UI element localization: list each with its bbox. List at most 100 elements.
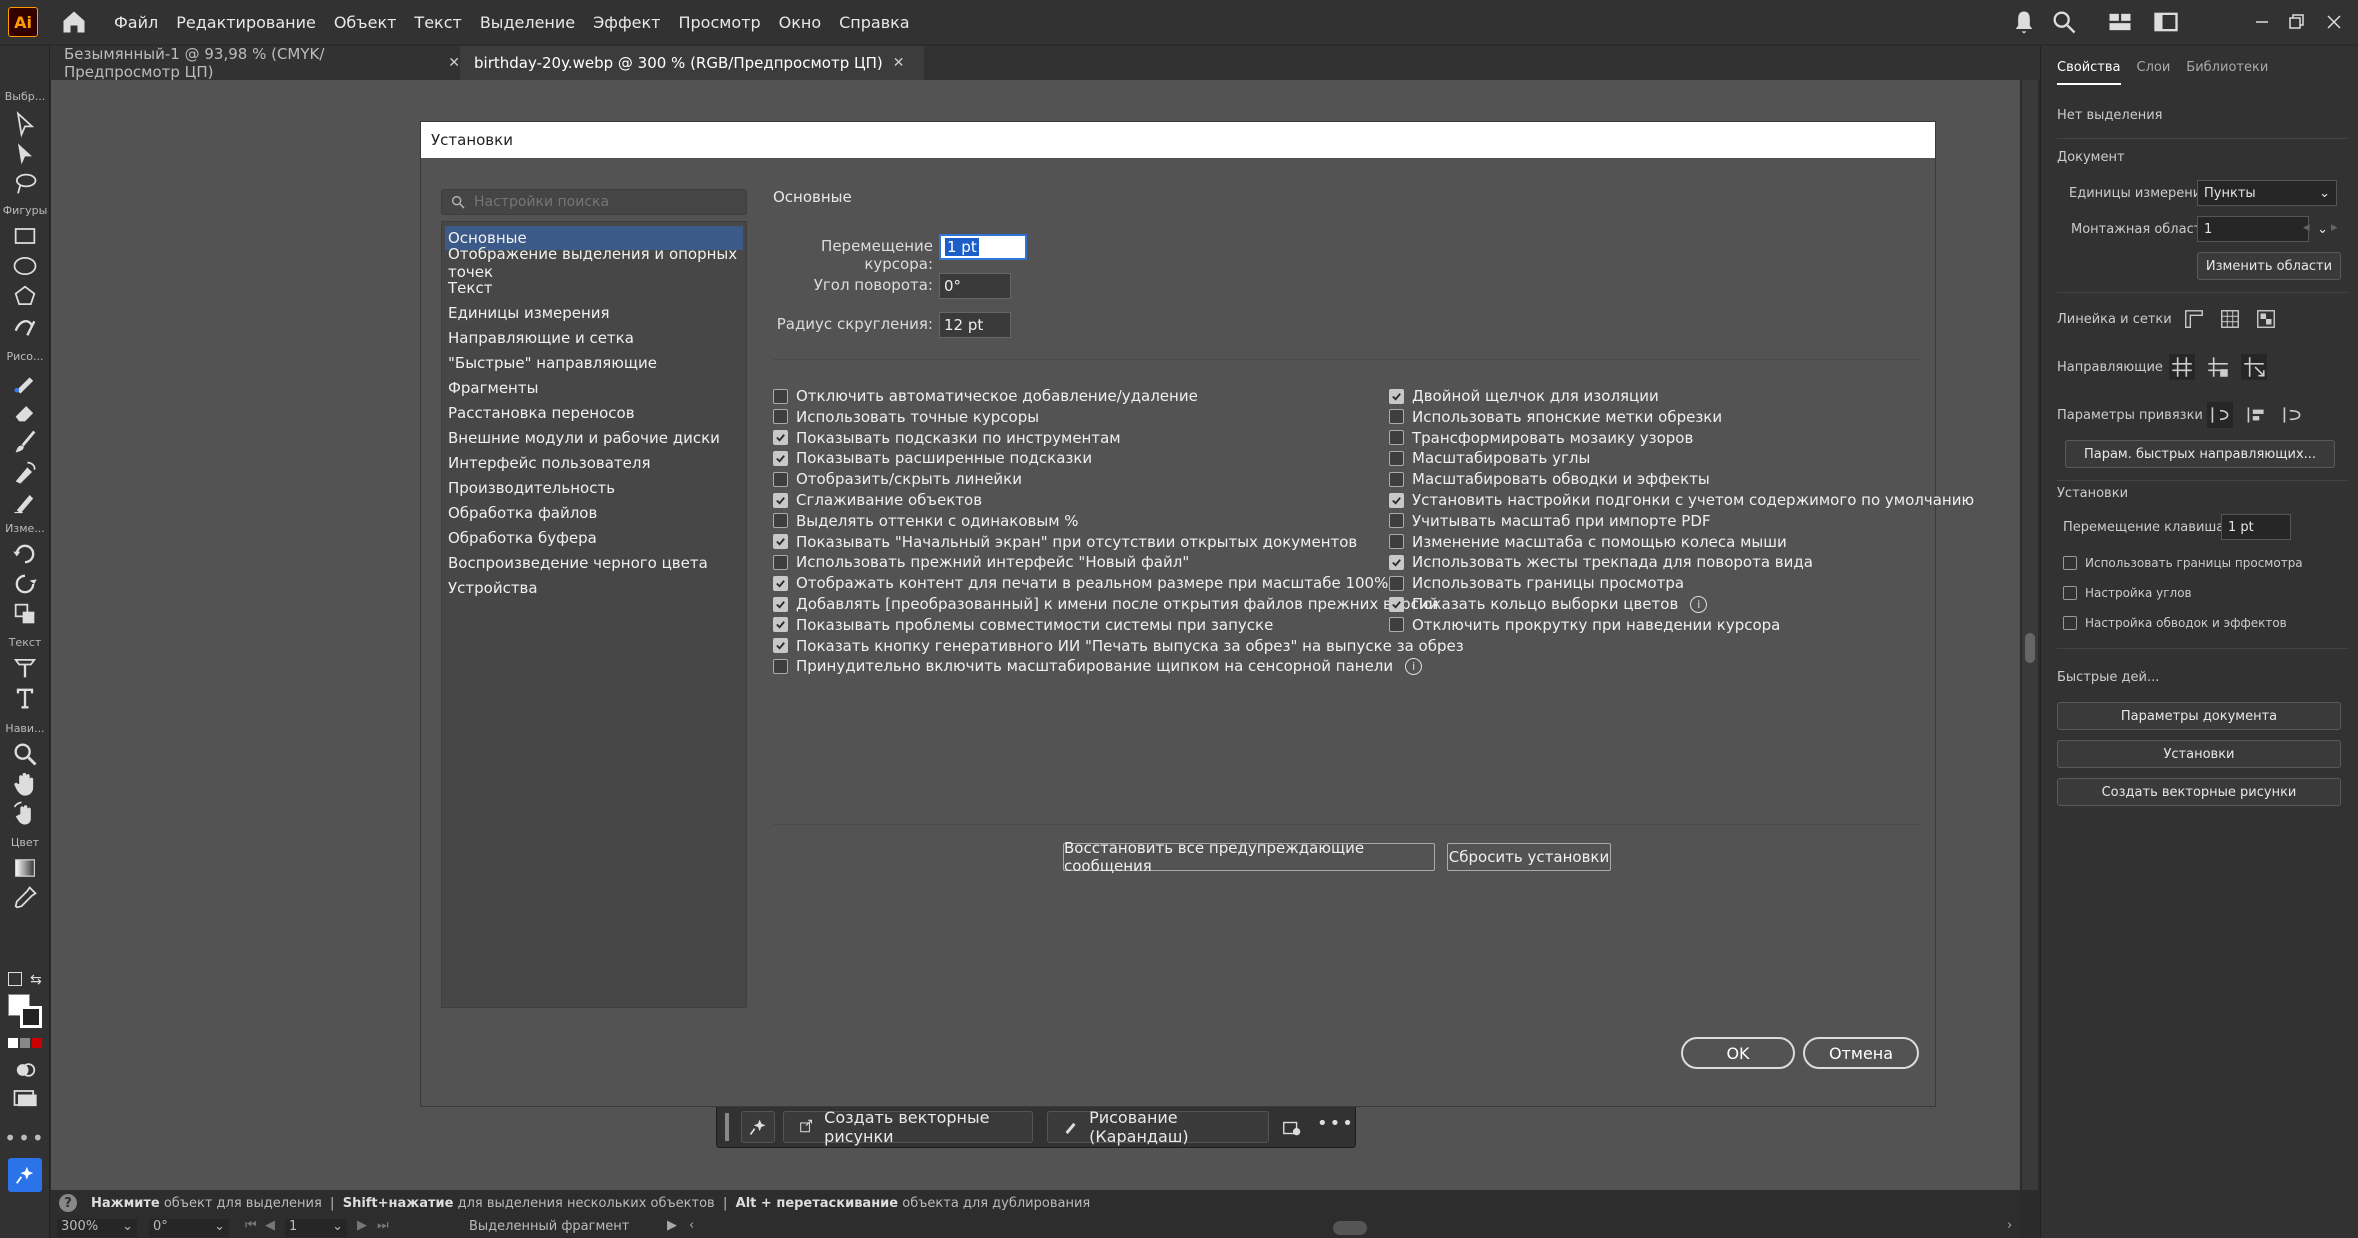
tab-layers[interactable]: Слои — [2137, 60, 2171, 85]
vertical-scrollbar[interactable] — [2022, 80, 2038, 1190]
lock-guides-icon[interactable] — [2205, 354, 2231, 380]
category-smart-guides[interactable]: "Быстрые" направляющие — [445, 351, 743, 375]
draw-pencil-task-button[interactable]: Рисование (Карандаш) — [1047, 1108, 1269, 1146]
preference-option[interactable]: Сглаживание объектов — [773, 491, 982, 509]
preference-checkbox[interactable] — [773, 638, 788, 654]
more-tools-icon[interactable]: ••• — [0, 1126, 50, 1150]
snap-to-glyph-icon[interactable] — [2279, 402, 2305, 428]
type-tool-icon[interactable] — [11, 684, 39, 712]
drag-handle[interactable] — [725, 1113, 729, 1141]
category-user-interface[interactable]: Интерфейс пользователя — [445, 451, 743, 475]
status-menu-arrow[interactable]: ▶ — [667, 1218, 677, 1233]
category-performance[interactable]: Производительность — [445, 476, 743, 500]
info-icon[interactable]: i — [1405, 657, 1423, 675]
home-icon[interactable] — [60, 8, 88, 36]
category-guides-grid[interactable]: Направляющие и сетка — [445, 326, 743, 350]
selection-tool-icon[interactable] — [11, 110, 39, 138]
preference-option[interactable]: Трансформировать мозаику узоров — [1389, 429, 1693, 447]
workspace-icon[interactable] — [2106, 8, 2134, 36]
color-mode-buttons[interactable] — [8, 1038, 42, 1048]
preference-checkbox[interactable] — [1389, 575, 1404, 591]
screen-mode-icon[interactable] — [11, 1084, 39, 1112]
constrain-angle-input[interactable]: 0° — [939, 273, 1011, 299]
smart-guides-options-button[interactable]: Парам. быстрых направляющих... — [2065, 440, 2335, 468]
menu-help[interactable]: Справка — [839, 13, 910, 32]
direct-selection-tool-icon[interactable] — [11, 140, 39, 168]
search-icon[interactable] — [2050, 8, 2078, 36]
menu-select[interactable]: Выделение — [480, 13, 575, 32]
snap-to-point-icon[interactable] — [2207, 402, 2233, 428]
preference-checkbox[interactable] — [773, 575, 788, 591]
gradient-tool-icon[interactable] — [11, 854, 39, 882]
eraser-tool-icon[interactable] — [11, 398, 39, 426]
preference-option[interactable]: Отключить прокрутку при наведении курсор… — [1389, 616, 1780, 634]
reset-warnings-button[interactable]: Восстановить все предупреждающие сообщен… — [1063, 839, 1435, 875]
swap-colors-icon[interactable]: ⇆ — [30, 972, 42, 988]
preference-option[interactable]: Показать кнопку генеративного ИИ "Печать… — [773, 637, 1464, 655]
use-preview-bounds-checkbox[interactable] — [2063, 556, 2077, 570]
zoom-tool-icon[interactable] — [11, 740, 39, 768]
menu-object[interactable]: Объект — [334, 13, 397, 32]
preference-checkbox[interactable] — [1389, 388, 1404, 404]
category-black-appearance[interactable]: Воспроизведение черного цвета — [445, 551, 743, 575]
pencil-tool-icon[interactable] — [11, 488, 39, 516]
preference-option[interactable]: Показать кольцо выборки цветов i — [1389, 595, 1708, 613]
category-selection-display[interactable]: Отображение выделения и опорных точек — [445, 245, 743, 281]
create-vector-button[interactable]: Создать векторные рисунки — [2057, 778, 2341, 806]
preference-checkbox[interactable] — [773, 450, 788, 466]
minimize-icon[interactable] — [2250, 8, 2274, 36]
stroke-color-swatch[interactable] — [20, 1006, 42, 1028]
preference-checkbox[interactable] — [1389, 534, 1404, 550]
preference-checkbox[interactable] — [773, 658, 788, 674]
preference-checkbox[interactable] — [1389, 513, 1404, 529]
rectangle-tool-icon[interactable] — [11, 222, 39, 250]
default-colors-icon[interactable] — [8, 972, 22, 986]
preference-checkbox[interactable] — [773, 471, 788, 487]
preference-checkbox[interactable] — [773, 617, 788, 633]
preference-checkbox[interactable] — [1389, 596, 1404, 612]
rotation-select[interactable]: 0° ⌄ — [149, 1219, 229, 1237]
ruler-icon[interactable] — [2183, 308, 2205, 330]
menu-window[interactable]: Окно — [779, 13, 822, 32]
preference-checkbox[interactable] — [773, 534, 788, 550]
first-artboard-icon[interactable]: ⏮ — [245, 1218, 257, 1233]
menu-effect[interactable]: Эффект — [593, 13, 660, 32]
edit-artboards-button[interactable]: Изменить области — [2197, 252, 2341, 280]
preference-checkbox[interactable] — [1389, 492, 1404, 508]
preference-option[interactable]: Принудительно включить масштабирование щ… — [773, 657, 1423, 675]
preference-checkbox[interactable] — [773, 409, 788, 425]
preference-option[interactable]: Масштабировать обводки и эффекты — [1389, 470, 1710, 488]
preferences-search[interactable] — [441, 189, 747, 215]
preference-checkbox[interactable] — [773, 388, 788, 404]
preference-option[interactable]: Использовать точные курсоры — [773, 408, 1039, 426]
smart-guides-icon[interactable] — [2241, 354, 2267, 380]
preference-option[interactable]: Отключить автоматическое добавление/удал… — [773, 387, 1198, 405]
preference-checkbox[interactable] — [1389, 471, 1404, 487]
close-window-icon[interactable] — [2322, 8, 2346, 36]
preference-option[interactable]: Изменение масштаба с помощью колеса мыши — [1389, 533, 1787, 551]
category-file-handling[interactable]: Обработка файлов — [445, 501, 743, 525]
preference-option[interactable]: Показывать "Начальный экран" при отсутст… — [773, 533, 1357, 551]
preference-checkbox[interactable] — [773, 596, 788, 612]
rotate-tool-icon[interactable] — [11, 540, 39, 568]
shaper-tool-icon[interactable] — [11, 312, 39, 340]
menu-type[interactable]: Текст — [414, 13, 461, 32]
show-guides-icon[interactable] — [2169, 354, 2195, 380]
preference-checkbox[interactable] — [1389, 617, 1404, 633]
key-increment-input[interactable]: 1 pt — [2221, 514, 2291, 540]
preference-option[interactable]: Масштабировать углы — [1389, 449, 1590, 467]
preference-option[interactable]: Учитывать масштаб при импорте PDF — [1389, 512, 1711, 530]
grid-icon[interactable] — [2219, 308, 2241, 330]
scale-corners-checkbox[interactable] — [2063, 586, 2077, 600]
snap-to-pixel-icon[interactable] — [2243, 402, 2269, 428]
preference-checkbox[interactable] — [1389, 430, 1404, 446]
artboard-select[interactable]: 1 ⌄ — [2197, 216, 2328, 242]
draw-mode-icon[interactable] — [11, 1056, 39, 1084]
help-icon[interactable]: ? — [59, 1194, 77, 1212]
info-icon[interactable]: i — [1690, 595, 1708, 613]
category-hyphenation[interactable]: Расстановка переносов — [445, 401, 743, 425]
category-devices[interactable]: Устройства — [445, 576, 743, 600]
free-transform-tool-icon[interactable] — [11, 600, 39, 628]
tab-birthday[interactable]: birthday-20y.webp @ 300 % (RGB/Предпросм… — [460, 46, 924, 80]
eyedropper-tool-icon[interactable] — [11, 884, 39, 912]
